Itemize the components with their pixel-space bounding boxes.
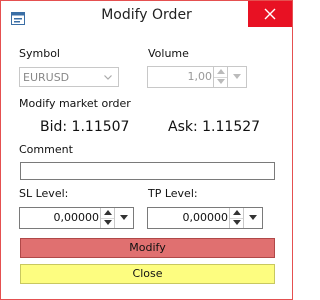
modify-order-dialog: Modify Order Symbol EURUSD Volume 1,00 M… [0,0,293,300]
sl-decrease-button[interactable] [101,218,115,228]
comment-label: Comment [19,143,73,156]
bid-price: Bid: 1.11507 [40,119,130,135]
spin-down-icon [217,79,225,84]
tp-level-stepper[interactable]: 0,00000 [147,207,263,229]
tp-level-value: 0,00000 [182,211,229,224]
tp-decrease-button[interactable] [230,218,244,228]
tp-level-label: TP Level: [148,187,198,200]
symbol-select[interactable]: EURUSD [19,67,119,87]
volume-spin-buttons [213,67,228,87]
chevron-down-icon [249,215,257,220]
sl-level-value: 0,00000 [53,211,100,224]
modify-market-order-heading: Modify market order [19,97,131,110]
volume-dropdown-button[interactable] [227,67,246,87]
comment-input[interactable] [20,162,275,180]
sl-level-stepper[interactable]: 0,00000 [19,207,134,229]
spin-down-icon [233,220,241,225]
symbol-label: Symbol [19,47,60,60]
sl-level-label: SL Level: [19,187,69,200]
spin-up-icon [217,69,225,74]
chevron-down-icon [233,74,241,79]
volume-decrease-button[interactable] [214,77,228,87]
chevron-down-icon [120,215,128,220]
sl-dropdown-button[interactable] [114,208,133,228]
spin-up-icon [233,210,241,215]
ask-price: Ask: 1.11527 [168,119,261,135]
symbol-value: EURUSD [23,71,70,84]
chevron-down-icon [104,75,112,80]
window-close-button[interactable] [248,1,292,27]
close-button[interactable]: Close [20,264,275,284]
volume-value: 1,00 [187,70,213,83]
close-icon [264,8,276,20]
modify-button[interactable]: Modify [20,238,275,258]
volume-label: Volume [148,47,189,60]
tp-dropdown-button[interactable] [243,208,262,228]
spin-up-icon [104,210,112,215]
sl-spin-buttons [100,208,115,228]
title-bar: Modify Order [1,1,292,33]
volume-stepper[interactable]: 1,00 [147,66,247,88]
tp-spin-buttons [229,208,244,228]
spin-down-icon [104,220,112,225]
